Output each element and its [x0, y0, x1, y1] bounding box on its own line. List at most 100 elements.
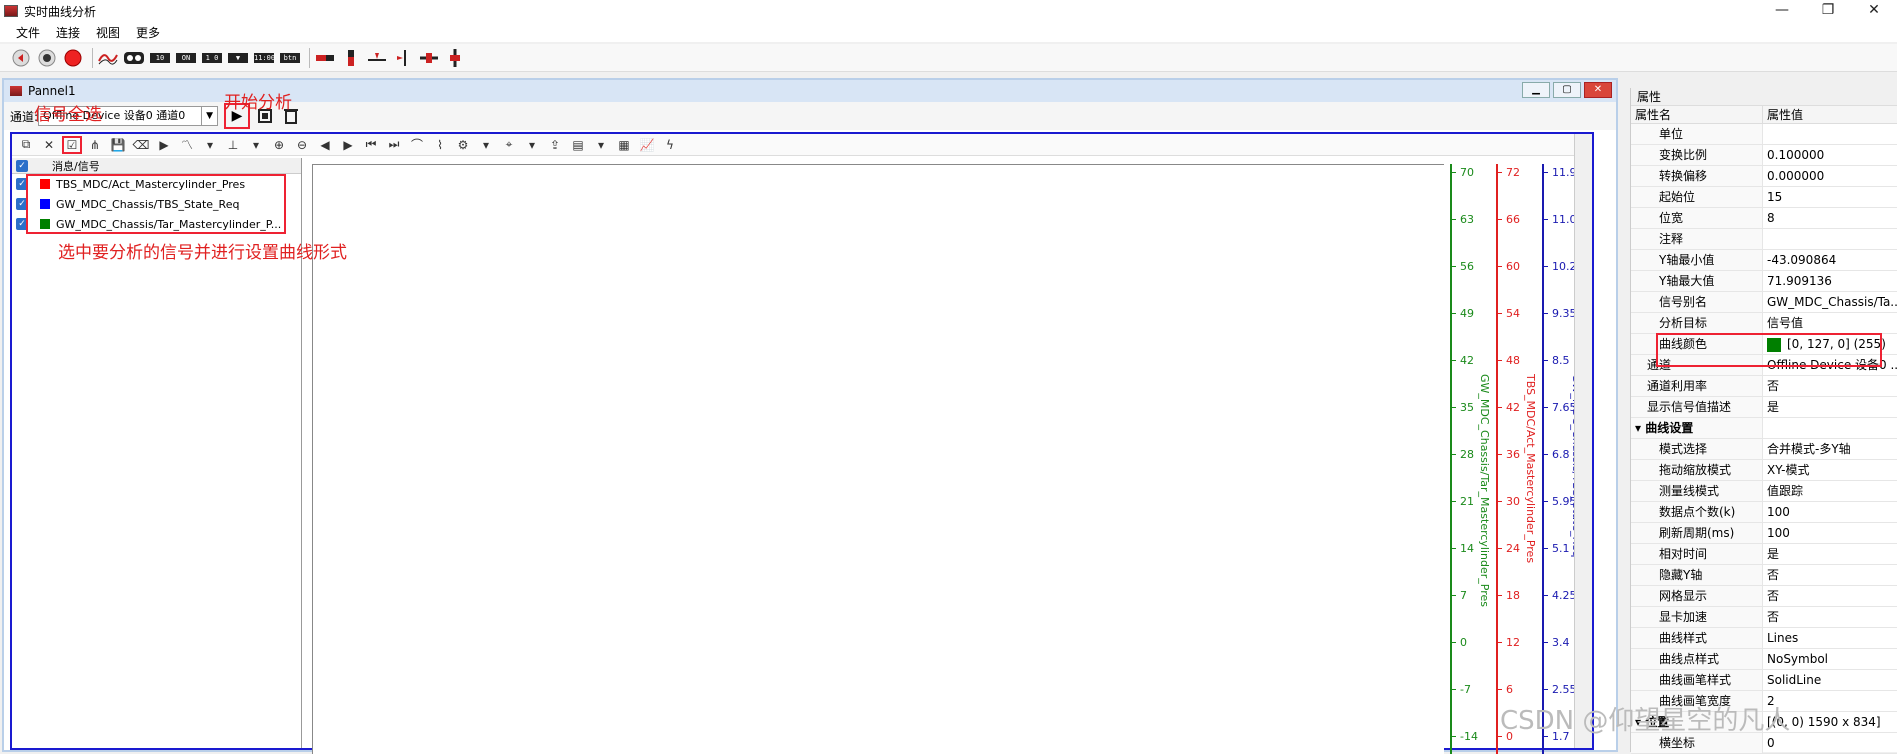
property-row[interactable]: 显卡加速否	[1631, 607, 1897, 628]
property-value[interactable]: 信号值	[1763, 313, 1897, 333]
property-value[interactable]: 8	[1763, 208, 1897, 228]
slider-vertical-2-icon[interactable]	[444, 47, 466, 69]
zoom-in-icon[interactable]: ⊕	[269, 136, 289, 154]
last-icon[interactable]: ⏭	[384, 136, 404, 154]
property-value[interactable]: 合并模式-多Y轴	[1763, 439, 1897, 459]
property-row[interactable]: ▾ 曲线设置	[1631, 418, 1897, 439]
property-row[interactable]: 隐藏Y轴否	[1631, 565, 1897, 586]
property-row[interactable]: 位宽 8	[1631, 208, 1897, 229]
record-icon[interactable]	[62, 47, 84, 69]
property-value[interactable]: 否	[1763, 607, 1897, 627]
property-value[interactable]	[1763, 418, 1897, 438]
first-icon[interactable]: ⏮	[361, 136, 381, 154]
property-row[interactable]: 分析目标 信号值	[1631, 313, 1897, 334]
chart-2-icon[interactable]: 📈	[637, 136, 657, 154]
next-icon[interactable]: ▶	[338, 136, 358, 154]
property-value[interactable]: 是	[1763, 544, 1897, 564]
oscilloscope-icon[interactable]	[123, 47, 145, 69]
back-icon[interactable]	[10, 47, 32, 69]
property-row[interactable]: 数据点个数(k) 100	[1631, 502, 1897, 523]
property-row[interactable]: 曲线画笔样式 SolidLine	[1631, 670, 1897, 691]
menu-connect[interactable]: 连接	[48, 24, 88, 41]
property-value[interactable]: 0.000000	[1763, 166, 1897, 186]
property-row[interactable]: 注释	[1631, 229, 1897, 250]
gauge-10-icon[interactable]: 10	[149, 47, 171, 69]
zoom-out-icon[interactable]: ⊖	[292, 136, 312, 154]
slider-horizontal-icon[interactable]	[366, 47, 388, 69]
prev-icon[interactable]: ◀	[315, 136, 335, 154]
menu-view[interactable]: 视图	[88, 24, 128, 41]
property-value[interactable]: 71.909136	[1763, 271, 1897, 291]
clock-display-icon[interactable]: 11:00	[253, 47, 275, 69]
chart-icon[interactable]: 〽	[177, 136, 197, 154]
select-all-checkbox[interactable]: ✓	[16, 159, 28, 172]
property-value[interactable]: 15	[1763, 187, 1897, 207]
property-row[interactable]: 通道利用率否	[1631, 376, 1897, 397]
lightning-icon[interactable]: ϟ	[660, 136, 680, 154]
property-row[interactable]: Y轴最小值 -43.090864	[1631, 250, 1897, 271]
property-value[interactable]: 100	[1763, 502, 1897, 522]
property-value[interactable]: SolidLine	[1763, 670, 1897, 690]
property-row[interactable]: 曲线点样式 NoSymbol	[1631, 649, 1897, 670]
property-value[interactable]: Lines	[1763, 628, 1897, 648]
slider-vertical-icon[interactable]	[392, 47, 414, 69]
property-value[interactable]: 否	[1763, 565, 1897, 585]
property-row[interactable]: 网格显示否	[1631, 586, 1897, 607]
property-value[interactable]: 100	[1763, 523, 1897, 543]
export-icon[interactable]: ⇪	[545, 136, 565, 154]
dropdown-widget-icon[interactable]: ▼	[227, 47, 249, 69]
chevron-down-icon[interactable]: ▾	[200, 136, 220, 154]
property-value[interactable]: 0.100000	[1763, 145, 1897, 165]
property-row[interactable]: 起始位 15	[1631, 187, 1897, 208]
select-all-signals-icon[interactable]: ☑	[62, 135, 82, 154]
property-value[interactable]: GW_MDC_Chassis/Ta...	[1763, 292, 1897, 312]
maximize-button[interactable]: ❐	[1805, 0, 1851, 22]
property-row[interactable]: 转换偏移 0.000000	[1631, 166, 1897, 187]
property-row[interactable]: 单位	[1631, 124, 1897, 145]
property-value[interactable]: 值跟踪	[1763, 481, 1897, 501]
slider-track-icon[interactable]	[418, 47, 440, 69]
menu-more[interactable]: 更多	[128, 24, 168, 41]
layout-icon[interactable]: ▤	[568, 136, 588, 154]
curve-icon[interactable]	[97, 47, 119, 69]
chevron-down-icon[interactable]: ▾	[476, 136, 496, 154]
bar-horizontal-icon[interactable]	[314, 47, 336, 69]
property-row[interactable]: 显示信号值描述是	[1631, 397, 1897, 418]
property-row[interactable]: 刷新周期(ms) 100	[1631, 523, 1897, 544]
plot-area[interactable]	[312, 164, 1444, 754]
close-button[interactable]: ✕	[1851, 0, 1897, 22]
button-widget-icon[interactable]: btn	[279, 47, 301, 69]
window-icon[interactable]: ⧉	[16, 136, 36, 154]
remove-icon[interactable]: ✕	[39, 136, 59, 154]
cursor-icon[interactable]: ⌖	[499, 136, 519, 154]
eraser-icon[interactable]: ⌫	[131, 136, 151, 154]
chevron-down-icon[interactable]: ▾	[591, 136, 611, 154]
property-row[interactable]: 拖动缩放模式 XY-模式	[1631, 460, 1897, 481]
axis-icon[interactable]: ⊥	[223, 136, 243, 154]
property-value[interactable]	[1763, 229, 1897, 249]
measure-icon[interactable]: ⌒	[407, 136, 427, 154]
chart-settings-icon[interactable]: ⚙	[453, 136, 473, 154]
property-value[interactable]: -43.090864	[1763, 250, 1897, 270]
play-small-icon[interactable]: ▶	[154, 136, 174, 154]
property-value[interactable]: XY-模式	[1763, 460, 1897, 480]
property-value[interactable]	[1763, 124, 1897, 144]
split-icon[interactable]: ⋔	[85, 136, 105, 154]
chevron-down-icon[interactable]: ▾	[522, 136, 542, 154]
menu-file[interactable]: 文件	[8, 24, 48, 41]
onoff-icon[interactable]: ON	[175, 47, 197, 69]
property-row[interactable]: 变换比例 0.100000	[1631, 145, 1897, 166]
chevron-down-icon[interactable]: ▾	[246, 136, 266, 154]
property-row[interactable]: 测量线模式 值跟踪	[1631, 481, 1897, 502]
property-row[interactable]: Y轴最大值 71.909136	[1631, 271, 1897, 292]
property-row[interactable]: 曲线样式 Lines	[1631, 628, 1897, 649]
grid-icon[interactable]: ▦	[614, 136, 634, 154]
bar-vertical-icon[interactable]	[340, 47, 362, 69]
panel-minimize-button[interactable]: ▁	[1522, 82, 1550, 98]
plot-scrollbar[interactable]	[1574, 134, 1592, 748]
property-row[interactable]: 信号别名 GW_MDC_Chassis/Ta...	[1631, 292, 1897, 313]
minimize-button[interactable]: —	[1759, 0, 1805, 22]
panel-maximize-button[interactable]: ▢	[1553, 82, 1581, 98]
save-icon[interactable]: 💾	[108, 136, 128, 154]
property-value[interactable]: 否	[1763, 376, 1897, 396]
